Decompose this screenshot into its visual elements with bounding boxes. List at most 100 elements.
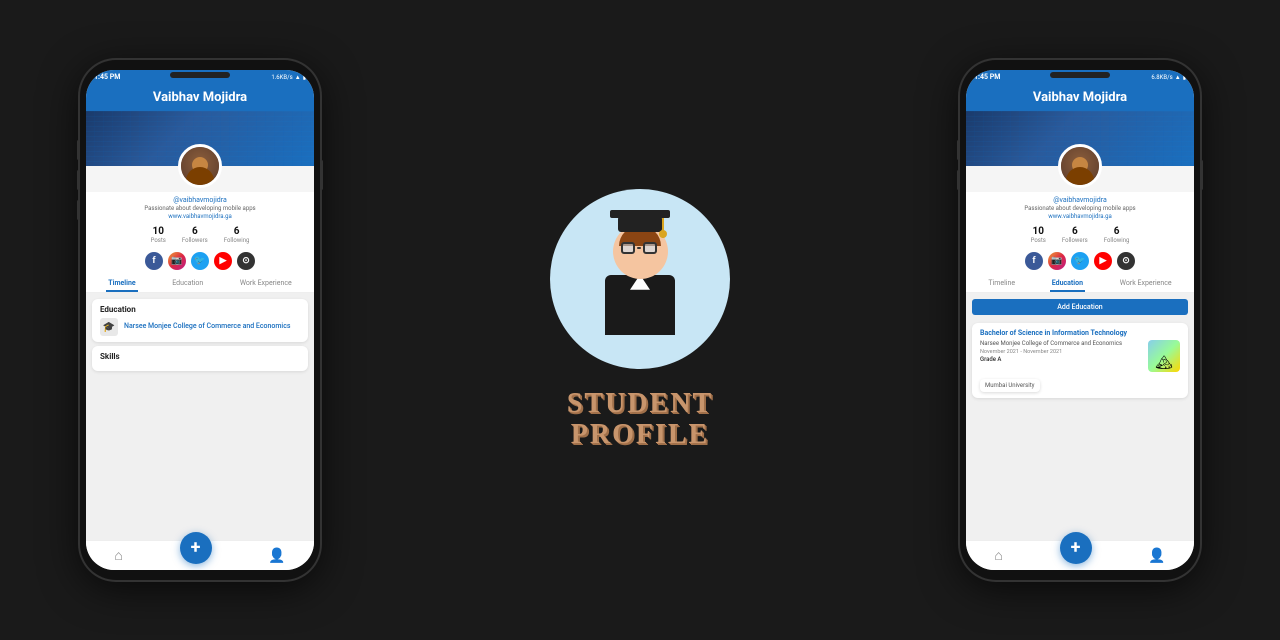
posts-label: Posts <box>151 237 166 244</box>
content-area: Education 🎓 Narsee Monjee College of Com… <box>86 293 314 540</box>
education-card: Education 🎓 Narsee Monjee College of Com… <box>92 299 308 342</box>
right-instagram-icon[interactable]: 📷 <box>1048 252 1066 270</box>
right-phone-vol-up <box>957 140 960 160</box>
right-phone: 1:45 PM 6.8KB/s ▲ ▮ Vaibhav Mojidra <box>960 60 1200 580</box>
right-followers-label: Followers <box>1062 237 1088 244</box>
degree-title: Bachelor of Science in Information Techn… <box>980 329 1180 338</box>
avatar <box>178 144 222 188</box>
edu-card-body: Narsee Monjee College of Commerce and Ec… <box>980 340 1180 372</box>
right-network-speed: 6.8KB/s <box>1151 74 1172 81</box>
tab-timeline[interactable]: Timeline <box>106 274 137 292</box>
right-status-time: 1:45 PM <box>974 73 1000 81</box>
right-github-icon[interactable]: ⊙ <box>1117 252 1135 270</box>
profile-nav-icon[interactable]: 👤 <box>268 548 285 564</box>
phone-power-btn <box>320 160 323 190</box>
bottom-nav: ⌂ + 👤 <box>86 540 314 570</box>
right-app-header: Vaibhav Mojidra <box>966 84 1194 111</box>
right-fab-add-button[interactable]: + <box>1060 532 1092 564</box>
right-phone-power-btn <box>1200 160 1203 190</box>
right-following-label: Following <box>1104 237 1130 244</box>
social-icons-row: f 📷 🐦 ▶ ⊙ <box>86 248 314 274</box>
instagram-icon[interactable]: 📷 <box>168 252 186 270</box>
scene: 1:45 PM 1.6KB/s ▲ ▮ Vaibhav Mojidra <box>0 0 1280 640</box>
left-phone: 1:45 PM 1.6KB/s ▲ ▮ Vaibhav Mojidra <box>80 60 320 580</box>
right-stat-following: 6 Following <box>1104 226 1130 244</box>
student-profile-title: STUDENT PROFILE <box>567 389 713 451</box>
right-tab-work-experience[interactable]: Work Experience <box>1118 274 1174 292</box>
graduate-glasses <box>621 242 659 254</box>
youtube-icon[interactable]: ▶ <box>214 252 232 270</box>
fab-add-button[interactable]: + <box>180 532 212 564</box>
edu-dates: November 2021 - November 2021 <box>980 349 1144 355</box>
stats-row: 10 Posts 6 Followers 6 Following <box>86 222 314 248</box>
right-posts-label: Posts <box>1031 237 1046 244</box>
glass-bridge <box>637 247 641 249</box>
website[interactable]: www.vaibhavmojidra.ga <box>94 213 306 220</box>
following-label: Following <box>224 237 250 244</box>
status-time: 1:45 PM <box>94 73 120 81</box>
phone-vol-down-btn <box>77 170 80 190</box>
right-tab-timeline[interactable]: Timeline <box>986 274 1017 292</box>
add-education-button[interactable]: Add Education <box>972 299 1188 315</box>
right-stat-posts: 10 Posts <box>1031 226 1046 244</box>
right-youtube-icon[interactable]: ▶ <box>1094 252 1112 270</box>
stat-following: 6 Following <box>224 226 250 244</box>
right-bottom-nav: ⌂ + 👤 <box>966 540 1194 570</box>
home-nav-icon[interactable]: ⌂ <box>114 547 122 564</box>
phone-notch <box>170 72 230 78</box>
stat-followers: 6 Followers <box>182 226 208 244</box>
right-twitter-icon[interactable]: 🐦 <box>1071 252 1089 270</box>
glass-right <box>643 242 657 254</box>
edu-school: Narsee Monjee College of Commerce and Ec… <box>980 340 1144 348</box>
right-phone-notch <box>1050 72 1110 78</box>
phone-vol-up-btn <box>77 140 80 160</box>
app-header: Vaibhav Mojidra <box>86 84 314 111</box>
education-item: 🎓 Narsee Monjee College of Commerce and … <box>100 318 300 336</box>
right-profile-nav-icon[interactable]: 👤 <box>1148 548 1165 564</box>
profile-info: @vaibhavmojidra Passionate about develop… <box>86 192 314 222</box>
right-stat-followers: 6 Followers <box>1062 226 1088 244</box>
glass-left <box>621 242 635 254</box>
right-facebook-icon[interactable]: f <box>1025 252 1043 270</box>
posts-count: 10 <box>151 226 166 237</box>
right-phone-screen: 1:45 PM 6.8KB/s ▲ ▮ Vaibhav Mojidra <box>966 70 1194 570</box>
battery-icon: ▮ <box>303 74 306 81</box>
right-tabs-row: Timeline Education Work Experience <box>966 274 1194 293</box>
stat-posts: 10 Posts <box>151 226 166 244</box>
right-status-icons: 6.8KB/s ▲ ▮ <box>1151 74 1186 81</box>
tabs-row: Timeline Education Work Experience <box>86 274 314 293</box>
status-icons: 1.6KB/s ▲ ▮ <box>271 74 306 81</box>
followers-label: Followers <box>182 237 208 244</box>
center-illustration: STUDENT PROFILE <box>320 169 960 471</box>
following-count: 6 <box>224 226 250 237</box>
graduation-cap <box>610 210 670 232</box>
skills-title: Skills <box>100 352 300 361</box>
cap-tassel <box>662 218 664 238</box>
github-icon[interactable]: ⊙ <box>237 252 255 270</box>
followers-count: 6 <box>182 226 208 237</box>
right-bio: Passionate about developing mobile apps <box>974 205 1186 212</box>
facebook-icon[interactable]: f <box>145 252 163 270</box>
right-stats-row: 10 Posts 6 Followers 6 Following <box>966 222 1194 248</box>
right-followers-count: 6 <box>1062 226 1088 237</box>
right-social-icons-row: f 📷 🐦 ▶ ⊙ <box>966 248 1194 274</box>
tab-work-experience[interactable]: Work Experience <box>238 274 294 292</box>
wifi-icon: ▲ <box>295 74 301 81</box>
skills-card: Skills <box>92 346 308 371</box>
edu-card-info: Narsee Monjee College of Commerce and Ec… <box>980 340 1144 363</box>
right-home-nav-icon[interactable]: ⌂ <box>994 547 1002 564</box>
graduate-body <box>605 275 675 335</box>
title-line1: STUDENT <box>567 389 713 420</box>
education-detail-card: Bachelor of Science in Information Techn… <box>972 323 1188 398</box>
right-username: @vaibhavmojidra <box>974 196 1186 204</box>
right-avatar-area <box>966 166 1194 192</box>
right-website[interactable]: www.vaibhavmojidra.ga <box>974 213 1186 220</box>
twitter-icon[interactable]: 🐦 <box>191 252 209 270</box>
edu-grade: Grade A <box>980 356 1144 363</box>
tab-education[interactable]: Education <box>170 274 205 292</box>
right-tab-education[interactable]: Education <box>1050 274 1085 292</box>
graduate-circle <box>550 189 730 369</box>
school-name: Narsee Monjee College of Commerce and Ec… <box>124 322 290 331</box>
title-line2: PROFILE <box>567 420 713 451</box>
mumbai-university-badge: Mumbai University <box>980 379 1040 392</box>
